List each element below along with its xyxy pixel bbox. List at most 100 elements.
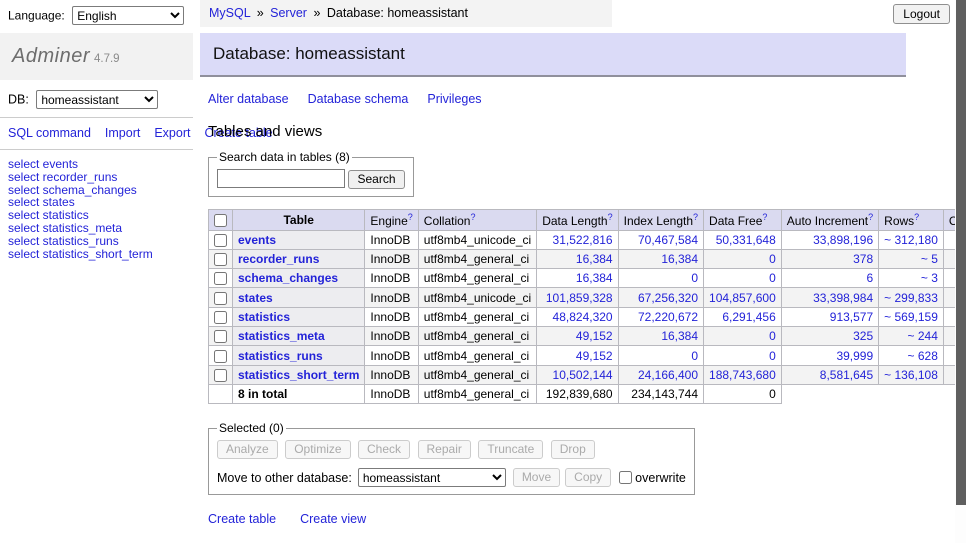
search-button[interactable]: Search [348, 170, 404, 189]
select-all-checkbox[interactable] [214, 214, 227, 227]
auto-increment-cell[interactable]: 6 [781, 269, 878, 288]
index-length-cell[interactable]: 67,256,320 [618, 288, 703, 307]
data-length-cell[interactable]: 31,522,816 [537, 230, 618, 249]
rows-cell[interactable]: ~ 628 [879, 346, 944, 365]
drop-button[interactable]: Drop [551, 440, 595, 459]
index-length-cell[interactable]: 16,384 [618, 249, 703, 268]
rows-cell[interactable]: ~ 5 [879, 249, 944, 268]
search-input[interactable] [217, 169, 345, 188]
index-length-cell[interactable]: 72,220,672 [618, 307, 703, 326]
auto-increment-cell[interactable]: 39,999 [781, 346, 878, 365]
data-length-cell[interactable]: 16,384 [537, 269, 618, 288]
index-length-cell[interactable]: 0 [618, 269, 703, 288]
row-checkbox[interactable] [214, 292, 227, 305]
row-checkbox[interactable] [214, 272, 227, 285]
scrollbar-thumb[interactable] [956, 0, 966, 505]
engine-cell: InnoDB [365, 230, 418, 249]
rows-cell[interactable]: ~ 136,108 [879, 365, 944, 384]
help-icon[interactable]: ? [693, 212, 698, 222]
search-fieldset: Search data in tables (8) Search [208, 150, 414, 197]
repair-button[interactable]: Repair [418, 440, 471, 459]
row-checkbox[interactable] [214, 369, 227, 382]
sidebar-item-select-statistics-runs[interactable]: select statistics_runs [8, 235, 185, 248]
help-icon[interactable]: ? [470, 212, 475, 222]
row-checkbox[interactable] [214, 350, 227, 363]
overwrite-checkbox[interactable] [619, 471, 632, 484]
index-length-cell[interactable]: 16,384 [618, 327, 703, 346]
alter-database-link[interactable]: Alter database [208, 92, 289, 106]
table-link-states[interactable]: states [238, 291, 273, 305]
privileges-link[interactable]: Privileges [427, 92, 481, 106]
vertical-scrollbar[interactable] [955, 0, 966, 543]
help-icon[interactable]: ? [914, 212, 919, 222]
rows-cell[interactable]: ~ 3 [879, 269, 944, 288]
database-schema-link[interactable]: Database schema [308, 92, 409, 106]
adminer-logo[interactable]: Adminer4.7.9 [0, 33, 193, 80]
row-checkbox[interactable] [214, 234, 227, 247]
table-link-events[interactable]: events [238, 233, 276, 247]
data-length-cell[interactable]: 49,152 [537, 346, 618, 365]
copy-button[interactable]: Copy [565, 468, 611, 487]
move-button[interactable]: Move [513, 468, 560, 487]
breadcrumb-mysql-link[interactable]: MySQL [209, 6, 250, 20]
check-button[interactable]: Check [358, 440, 410, 459]
sidebar-link-export[interactable]: Export [154, 126, 190, 140]
language-select[interactable]: English [72, 6, 184, 25]
table-link-statistics[interactable]: statistics [238, 310, 290, 324]
sidebar-link-sql-command[interactable]: SQL command [8, 126, 91, 140]
data-length-cell[interactable]: 10,502,144 [537, 365, 618, 384]
optimize-button[interactable]: Optimize [285, 440, 350, 459]
help-icon[interactable]: ? [608, 212, 613, 222]
row-checkbox[interactable] [214, 311, 227, 324]
truncate-button[interactable]: Truncate [478, 440, 543, 459]
sidebar-item-select-statistics-meta[interactable]: select statistics_meta [8, 222, 185, 235]
row-checkbox[interactable] [214, 253, 227, 266]
auto-increment-cell[interactable]: 913,577 [781, 307, 878, 326]
table-link-statistics-runs[interactable]: statistics_runs [238, 349, 323, 363]
data-free-cell[interactable]: 0 [704, 269, 782, 288]
index-length-cell[interactable]: 0 [618, 346, 703, 365]
sidebar-item-select-statistics-short-term[interactable]: select statistics_short_term [8, 248, 185, 261]
table-link-statistics-meta[interactable]: statistics_meta [238, 329, 325, 343]
data-free-cell[interactable]: 104,857,600 [704, 288, 782, 307]
help-icon[interactable]: ? [408, 212, 413, 222]
table-link-statistics-short-term[interactable]: statistics_short_term [238, 368, 359, 382]
data-length-cell[interactable]: 101,859,328 [537, 288, 618, 307]
sidebar-link-import[interactable]: Import [105, 126, 140, 140]
row-checkbox[interactable] [214, 330, 227, 343]
help-icon[interactable]: ? [868, 212, 873, 222]
rows-cell[interactable]: ~ 312,180 [879, 230, 944, 249]
help-icon[interactable]: ? [762, 212, 767, 222]
auto-increment-cell[interactable]: 378 [781, 249, 878, 268]
analyze-button[interactable]: Analyze [217, 440, 278, 459]
data-free-cell[interactable]: 188,743,680 [704, 365, 782, 384]
create-view-link[interactable]: Create view [300, 512, 366, 526]
data-length-cell[interactable]: 48,824,320 [537, 307, 618, 326]
data-length-cell[interactable]: 16,384 [537, 249, 618, 268]
index-length-cell[interactable]: 70,467,584 [618, 230, 703, 249]
breadcrumb-server-link[interactable]: Server [270, 6, 307, 20]
auto-increment-cell[interactable]: 33,898,196 [781, 230, 878, 249]
sidebar-item-select-events[interactable]: select events [8, 158, 185, 171]
db-select[interactable]: homeassistant [36, 90, 158, 109]
sidebar-item-select-recorder-runs[interactable]: select recorder_runs [8, 171, 185, 184]
rows-cell[interactable]: ~ 244 [879, 327, 944, 346]
content-area: Alter databaseDatabase schemaPrivileges … [200, 92, 906, 543]
index-length-cell[interactable]: 24,166,400 [618, 365, 703, 384]
auto-increment-cell[interactable]: 325 [781, 327, 878, 346]
adminer-brand[interactable]: Adminer [12, 45, 90, 67]
data-free-cell[interactable]: 0 [704, 346, 782, 365]
table-link-recorder-runs[interactable]: recorder_runs [238, 252, 319, 266]
rows-cell[interactable]: ~ 299,833 [879, 288, 944, 307]
rows-cell[interactable]: ~ 569,159 [879, 307, 944, 326]
data-free-cell[interactable]: 0 [704, 327, 782, 346]
auto-increment-cell[interactable]: 33,398,984 [781, 288, 878, 307]
move-database-select[interactable]: homeassistant [358, 468, 506, 487]
data-length-cell[interactable]: 49,152 [537, 327, 618, 346]
data-free-cell[interactable]: 6,291,456 [704, 307, 782, 326]
data-free-cell[interactable]: 0 [704, 249, 782, 268]
data-free-cell[interactable]: 50,331,648 [704, 230, 782, 249]
auto-increment-cell[interactable]: 8,581,645 [781, 365, 878, 384]
table-link-schema-changes[interactable]: schema_changes [238, 271, 338, 285]
create-table-link[interactable]: Create table [208, 512, 276, 526]
